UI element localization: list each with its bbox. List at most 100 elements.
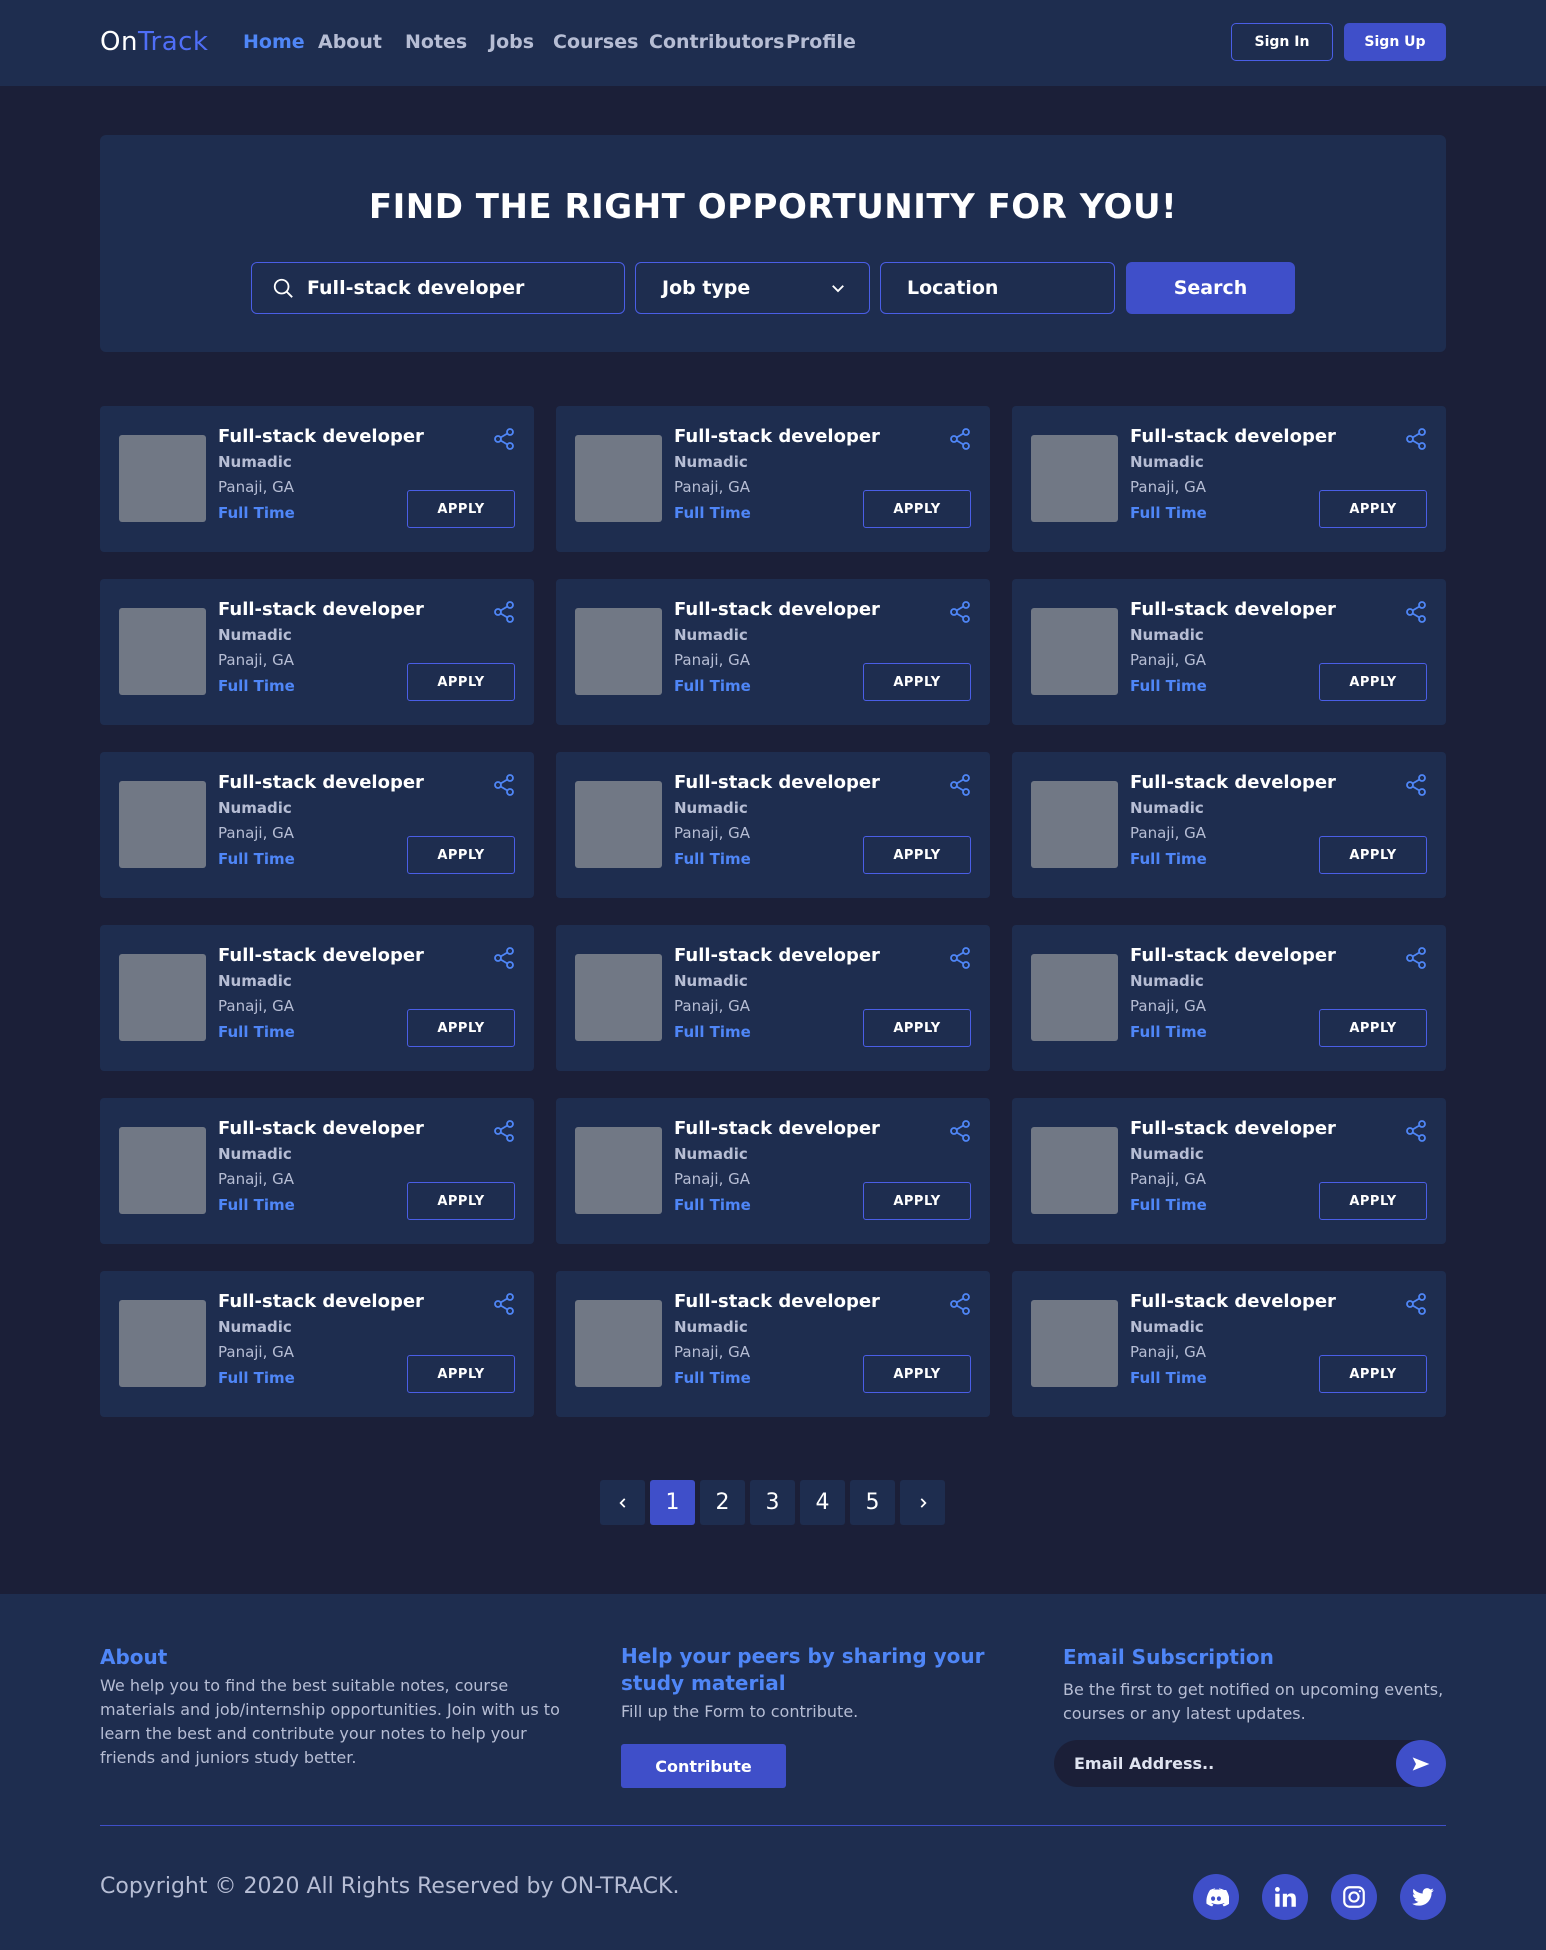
apply-button[interactable]: APPLY	[407, 1355, 515, 1393]
share-icon[interactable]	[1404, 1292, 1428, 1316]
job-card[interactable]: Full-stack developer Numadic Panaji, GA Ful…	[556, 1098, 990, 1244]
share-icon[interactable]	[948, 427, 972, 451]
job-card[interactable]: Full-stack developer Numadic Panaji, GA Ful…	[100, 1098, 534, 1244]
job-type: Full Time	[218, 504, 295, 522]
sign-up-button[interactable]: Sign Up	[1344, 23, 1446, 61]
job-card[interactable]: Full-stack developer Numadic Panaji, GA Ful…	[1012, 752, 1446, 898]
share-icon[interactable]	[948, 773, 972, 797]
job-card[interactable]: Full-stack developer Numadic Panaji, GA Ful…	[100, 752, 534, 898]
share-icon[interactable]	[948, 1119, 972, 1143]
job-card[interactable]: Full-stack developer Numadic Panaji, GA Ful…	[556, 406, 990, 552]
share-icon[interactable]	[948, 946, 972, 970]
footer-email-title: Email Subscription	[1063, 1645, 1274, 1669]
share-icon[interactable]	[1404, 1119, 1428, 1143]
sign-in-button[interactable]: Sign In	[1231, 23, 1333, 61]
page-button-5[interactable]: 5	[850, 1480, 895, 1525]
page-button-4[interactable]: 4	[800, 1480, 845, 1525]
instagram-link[interactable]	[1331, 1874, 1377, 1920]
share-icon[interactable]	[948, 600, 972, 624]
share-icon[interactable]	[492, 1119, 516, 1143]
nav-link-home[interactable]: Home	[243, 31, 305, 53]
email-input[interactable]	[1054, 1740, 1394, 1787]
search-button[interactable]: Search	[1126, 262, 1295, 314]
nav-link-courses[interactable]: Courses	[553, 31, 638, 53]
send-button[interactable]	[1396, 1740, 1446, 1787]
nav-link-profile[interactable]: Profile	[786, 31, 856, 53]
job-card[interactable]: Full-stack developer Numadic Panaji, GA Ful…	[100, 579, 534, 725]
job-title: Full-stack developer	[1130, 599, 1336, 620]
company-logo-placeholder	[575, 954, 662, 1041]
logo-on: On	[100, 27, 138, 57]
share-icon[interactable]	[1404, 427, 1428, 451]
job-card[interactable]: Full-stack developer Numadic Panaji, GA Ful…	[100, 406, 534, 552]
page-button-1[interactable]: 1	[650, 1480, 695, 1525]
company-logo-placeholder	[575, 435, 662, 522]
share-icon[interactable]	[492, 600, 516, 624]
apply-button[interactable]: APPLY	[863, 1182, 971, 1220]
nav-link-contributors[interactable]: Contributors	[649, 31, 784, 53]
next-page-button[interactable]	[900, 1480, 945, 1525]
share-icon[interactable]	[492, 946, 516, 970]
nav-link-notes[interactable]: Notes	[405, 31, 467, 53]
apply-button[interactable]: APPLY	[407, 663, 515, 701]
job-type-select[interactable]: Job type	[635, 262, 870, 314]
apply-button[interactable]: APPLY	[1319, 1009, 1427, 1047]
share-icon[interactable]	[948, 1292, 972, 1316]
job-card[interactable]: Full-stack developer Numadic Panaji, GA Ful…	[100, 1271, 534, 1417]
apply-button[interactable]: APPLY	[407, 1009, 515, 1047]
prev-page-button[interactable]	[600, 1480, 645, 1525]
page-button-2[interactable]: 2	[700, 1480, 745, 1525]
discord-link[interactable]	[1193, 1874, 1239, 1920]
share-icon[interactable]	[492, 427, 516, 451]
twitter-icon	[1412, 1888, 1434, 1906]
job-card[interactable]: Full-stack developer Numadic Panaji, GA Ful…	[556, 579, 990, 725]
company-logo-placeholder	[1031, 1300, 1118, 1387]
job-card[interactable]: Full-stack developer Numadic Panaji, GA Ful…	[1012, 406, 1446, 552]
apply-button[interactable]: APPLY	[1319, 836, 1427, 874]
company-logo-placeholder	[119, 1127, 206, 1214]
share-icon[interactable]	[492, 1292, 516, 1316]
apply-button[interactable]: APPLY	[863, 663, 971, 701]
job-location: Panaji, GA	[218, 1170, 295, 1188]
contribute-button[interactable]: Contribute	[621, 1744, 786, 1788]
job-location: Panaji, GA	[218, 1343, 295, 1361]
job-card[interactable]: Full-stack developer Numadic Panaji, GA Ful…	[1012, 925, 1446, 1071]
location-input[interactable]: Location	[880, 262, 1115, 314]
logo[interactable]: OnTrack	[100, 27, 209, 57]
linkedin-link[interactable]	[1262, 1874, 1308, 1920]
job-location: Panaji, GA	[674, 824, 751, 842]
job-type: Full Time	[1130, 504, 1207, 522]
job-card[interactable]: Full-stack developer Numadic Panaji, GA Ful…	[1012, 1098, 1446, 1244]
job-card[interactable]: Full-stack developer Numadic Panaji, GA Ful…	[1012, 579, 1446, 725]
twitter-link[interactable]	[1400, 1874, 1446, 1920]
apply-button[interactable]: APPLY	[407, 1182, 515, 1220]
share-icon[interactable]	[1404, 773, 1428, 797]
job-card[interactable]: Full-stack developer Numadic Panaji, GA Ful…	[556, 752, 990, 898]
discord-icon	[1206, 1888, 1229, 1907]
job-card[interactable]: Full-stack developer Numadic Panaji, GA Ful…	[100, 925, 534, 1071]
apply-button[interactable]: APPLY	[863, 1009, 971, 1047]
nav-link-about[interactable]: About	[318, 31, 382, 53]
apply-button[interactable]: APPLY	[863, 1355, 971, 1393]
apply-button[interactable]: APPLY	[407, 836, 515, 874]
share-icon[interactable]	[1404, 600, 1428, 624]
search-input-value: Full-stack developer	[307, 277, 525, 299]
nav-link-jobs[interactable]: Jobs	[489, 31, 534, 53]
apply-button[interactable]: APPLY	[1319, 663, 1427, 701]
job-card[interactable]: Full-stack developer Numadic Panaji, GA Ful…	[1012, 1271, 1446, 1417]
job-card[interactable]: Full-stack developer Numadic Panaji, GA Ful…	[556, 1271, 990, 1417]
company-logo-placeholder	[1031, 954, 1118, 1041]
chevron-left-icon	[618, 1497, 625, 1508]
apply-button[interactable]: APPLY	[1319, 1182, 1427, 1220]
page-button-3[interactable]: 3	[750, 1480, 795, 1525]
apply-button[interactable]: APPLY	[863, 836, 971, 874]
job-card[interactable]: Full-stack developer Numadic Panaji, GA Ful…	[556, 925, 990, 1071]
apply-button[interactable]: APPLY	[407, 490, 515, 528]
apply-button[interactable]: APPLY	[1319, 490, 1427, 528]
apply-button[interactable]: APPLY	[1319, 1355, 1427, 1393]
apply-button[interactable]: APPLY	[863, 490, 971, 528]
share-icon[interactable]	[1404, 946, 1428, 970]
share-icon[interactable]	[492, 773, 516, 797]
search-input[interactable]: Full-stack developer	[251, 262, 625, 314]
company-logo-placeholder	[575, 781, 662, 868]
